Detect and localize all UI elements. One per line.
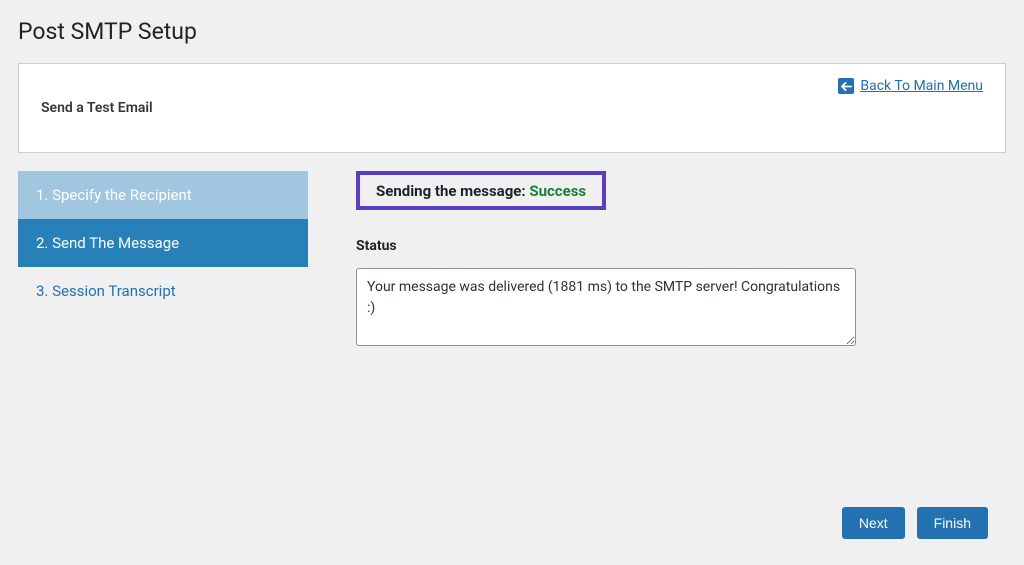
wizard-steps: 1. Specify the Recipient 2. Send The Mes…: [18, 171, 308, 350]
finish-button[interactable]: Finish: [917, 507, 988, 539]
step-send-message[interactable]: 2. Send The Message: [18, 219, 308, 267]
arrow-left-icon: [838, 78, 854, 94]
page-title: Post SMTP Setup: [18, 18, 1006, 45]
step-label: 2. Send The Message: [36, 234, 179, 252]
back-to-main-menu-link[interactable]: Back To Main Menu: [838, 78, 983, 94]
page-container: Post SMTP Setup Send a Test Email Back T…: [0, 0, 1024, 350]
step-label: 3. Session Transcript: [36, 282, 176, 300]
result-label: Sending the message:: [376, 182, 529, 200]
panel-subtitle: Send a Test Email: [41, 82, 153, 134]
panel-header: Send a Test Email Back To Main Menu: [41, 82, 983, 134]
back-link-label: Back To Main Menu: [860, 78, 983, 94]
wizard-body: 1. Specify the Recipient 2. Send The Mes…: [18, 171, 1006, 350]
wizard-panel: Send a Test Email Back To Main Menu: [18, 63, 1006, 153]
status-textarea[interactable]: [356, 268, 856, 346]
result-value: Success: [529, 182, 586, 200]
step-label: 1. Specify the Recipient: [36, 186, 192, 204]
footer-buttons: Next Finish: [842, 507, 988, 539]
result-banner: Sending the message: Success: [356, 171, 606, 210]
step-session-transcript[interactable]: 3. Session Transcript: [18, 267, 308, 315]
wizard-content: Sending the message: Success Status: [356, 171, 1006, 350]
step-specify-recipient[interactable]: 1. Specify the Recipient: [18, 171, 308, 219]
next-button[interactable]: Next: [842, 507, 905, 539]
status-heading: Status: [356, 238, 856, 254]
